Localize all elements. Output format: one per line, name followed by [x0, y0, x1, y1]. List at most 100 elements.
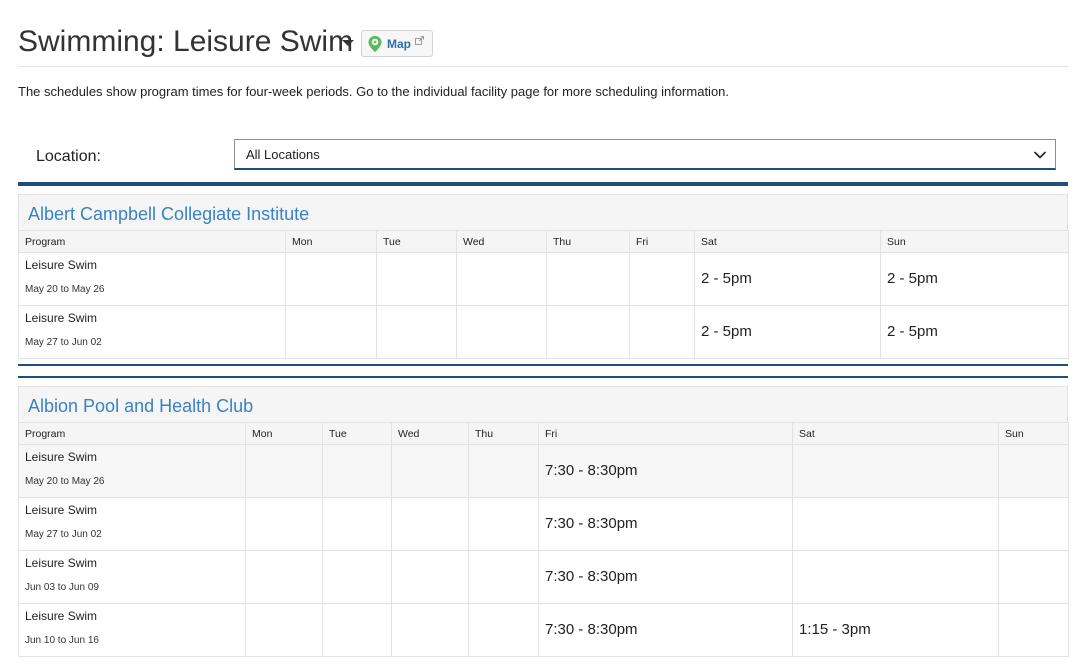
time-slot: 7:30 - 8:30pm [545, 515, 638, 532]
sun-cell [998, 603, 1069, 657]
facility-name-link[interactable]: Albert Campbell Collegiate Institute [18, 194, 1068, 230]
program-dates: May 20 to May 26 [25, 283, 105, 295]
table-row: Leisure Swim Jun 03 to Jun 09 7:30 - 8:3… [18, 550, 1069, 604]
wed-cell [391, 550, 469, 604]
map-button[interactable]: Map [361, 30, 433, 57]
mon-cell [285, 305, 377, 359]
program-name: Leisure Swim [25, 608, 98, 623]
program-name: Leisure Swim [25, 449, 98, 464]
wed-cell [391, 444, 469, 498]
table-row: Leisure Swim May 27 to Jun 02 2 - 5pm 2 … [18, 305, 1069, 359]
sat-cell [792, 497, 999, 551]
program-dates: Jun 03 to Jun 09 [25, 581, 99, 593]
sun-cell [998, 444, 1069, 498]
program-dates: Jun 10 to Jun 16 [25, 634, 99, 646]
sat-cell [792, 444, 999, 498]
mon-cell [285, 252, 377, 306]
program-cell: Leisure Swim May 27 to Jun 02 [18, 497, 246, 551]
time-slot: 2 - 5pm [701, 270, 752, 287]
mon-cell [245, 603, 323, 657]
program-cell: Leisure Swim Jun 03 to Jun 09 [18, 550, 246, 604]
tue-cell [322, 550, 392, 604]
program-cell: Leisure Swim May 27 to Jun 02 [18, 305, 286, 359]
sun-cell: 2 - 5pm [880, 305, 1069, 359]
facility-schedule: Albert Campbell Collegiate Institute Pro… [18, 184, 1069, 366]
tue-cell [376, 252, 457, 306]
time-slot: 7:30 - 8:30pm [545, 568, 638, 585]
column-header: Program [18, 230, 286, 253]
fri-cell: 7:30 - 8:30pm [538, 444, 793, 498]
location-filter: Location: All Locations [18, 138, 1068, 184]
chevron-down-icon [1033, 151, 1047, 159]
wed-cell [391, 497, 469, 551]
column-header: Sun [998, 422, 1069, 445]
title-dropdown-caret-icon[interactable] [342, 40, 354, 46]
location-label: Location: [36, 148, 101, 165]
fri-cell: 7:30 - 8:30pm [538, 550, 793, 604]
program-cell: Leisure Swim May 20 to May 26 [18, 252, 286, 306]
time-slot: 7:30 - 8:30pm [545, 621, 638, 638]
intro-text: The schedules show program times for fou… [18, 84, 730, 99]
facility-name-link[interactable]: Albion Pool and Health Club [18, 386, 1068, 422]
thu-cell [468, 497, 539, 551]
mon-cell [245, 550, 323, 604]
sun-cell: 2 - 5pm [880, 252, 1069, 306]
time-slot: 7:30 - 8:30pm [545, 462, 638, 479]
location-select[interactable]: All Locations [234, 139, 1056, 170]
program-name: Leisure Swim [25, 257, 98, 272]
page: Swimming: Leisure Swim Map The schedules… [0, 0, 1080, 668]
thu-cell [468, 444, 539, 498]
facility-schedule: Albion Pool and Health Club Program Mon … [18, 376, 1069, 668]
mon-cell [245, 497, 323, 551]
program-name: Leisure Swim [25, 502, 98, 517]
sat-cell: 2 - 5pm [694, 252, 881, 306]
column-header: Sat [694, 230, 881, 253]
thu-cell [468, 603, 539, 657]
column-header: Tue [322, 422, 392, 445]
program-cell: Leisure Swim May 20 to May 26 [18, 444, 246, 498]
column-header: Fri [538, 422, 793, 445]
table-row: Leisure Swim Jun 10 to Jun 16 7:30 - 8:3… [18, 603, 1069, 657]
column-header: Wed [456, 230, 547, 253]
sat-cell: 1:15 - 3pm [792, 603, 999, 657]
wed-cell [456, 252, 547, 306]
map-button-label: Map [387, 36, 411, 51]
fri-cell: 7:30 - 8:30pm [538, 497, 793, 551]
page-header: Swimming: Leisure Swim Map [18, 22, 1068, 67]
sun-cell [998, 497, 1069, 551]
column-header: Tue [376, 230, 457, 253]
sun-cell [998, 550, 1069, 604]
schedule-table: Program Mon Tue Wed Thu Fri Sat Sun Leis… [18, 230, 1069, 359]
column-header: Sun [880, 230, 1069, 253]
fri-cell [629, 305, 695, 359]
wed-cell [391, 603, 469, 657]
program-name: Leisure Swim [25, 310, 98, 325]
time-slot: 1:15 - 3pm [799, 621, 871, 638]
fri-cell: 7:30 - 8:30pm [538, 603, 793, 657]
thu-cell [468, 550, 539, 604]
tue-cell [322, 603, 392, 657]
thu-cell [546, 252, 630, 306]
table-row: Leisure Swim May 27 to Jun 02 7:30 - 8:3… [18, 497, 1069, 551]
tue-cell [376, 305, 457, 359]
table-row: Leisure Swim May 20 to May 26 2 - 5pm 2 … [18, 252, 1069, 306]
time-slot: 2 - 5pm [701, 323, 752, 340]
sat-cell: 2 - 5pm [694, 305, 881, 359]
table-header-row: Program Mon Tue Wed Thu Fri Sat Sun [18, 422, 1069, 445]
external-link-icon [415, 35, 424, 45]
program-dates: May 20 to May 26 [25, 475, 105, 487]
map-pin-icon [368, 35, 382, 52]
time-slot: 2 - 5pm [887, 323, 938, 340]
schedule-table: Program Mon Tue Wed Thu Fri Sat Sun Leis… [18, 422, 1069, 657]
column-header: Fri [629, 230, 695, 253]
program-cell: Leisure Swim Jun 10 to Jun 16 [18, 603, 246, 657]
column-header: Mon [285, 230, 377, 253]
program-name: Leisure Swim [25, 555, 98, 570]
column-header: Mon [245, 422, 323, 445]
tue-cell [322, 497, 392, 551]
wed-cell [456, 305, 547, 359]
sat-cell [792, 550, 999, 604]
thu-cell [546, 305, 630, 359]
time-slot: 2 - 5pm [887, 270, 938, 287]
fri-cell [629, 252, 695, 306]
